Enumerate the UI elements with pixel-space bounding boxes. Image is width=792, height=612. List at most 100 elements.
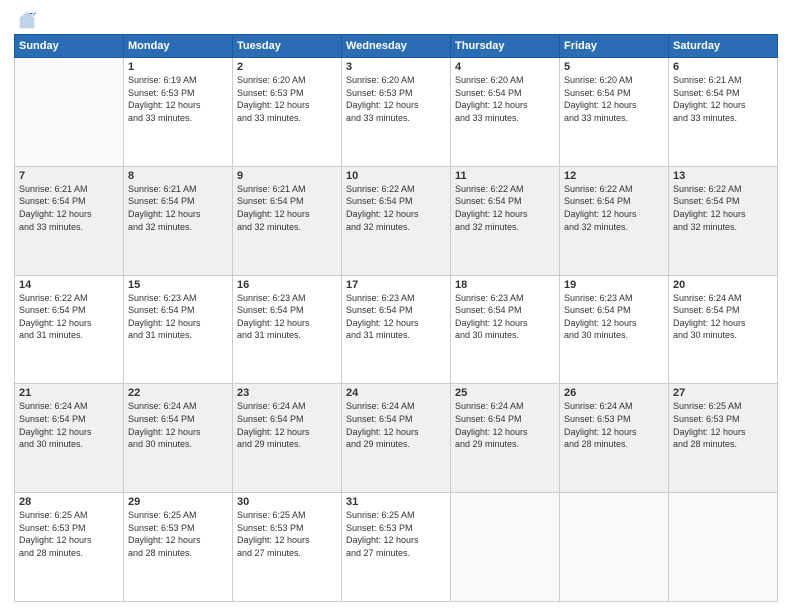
day-info: Sunrise: 6:23 AM Sunset: 6:54 PM Dayligh…	[564, 292, 664, 342]
calendar-week-row: 21Sunrise: 6:24 AM Sunset: 6:54 PM Dayli…	[15, 384, 778, 493]
calendar-day-cell: 24Sunrise: 6:24 AM Sunset: 6:54 PM Dayli…	[342, 384, 451, 493]
day-number: 6	[673, 61, 773, 73]
day-number: 20	[673, 279, 773, 291]
header	[14, 10, 778, 28]
calendar-day-cell: 5Sunrise: 6:20 AM Sunset: 6:54 PM Daylig…	[560, 58, 669, 167]
calendar-header-cell: Tuesday	[233, 35, 342, 58]
day-number: 4	[455, 61, 555, 73]
calendar-week-row: 14Sunrise: 6:22 AM Sunset: 6:54 PM Dayli…	[15, 275, 778, 384]
calendar-day-cell: 19Sunrise: 6:23 AM Sunset: 6:54 PM Dayli…	[560, 275, 669, 384]
calendar-day-cell: 21Sunrise: 6:24 AM Sunset: 6:54 PM Dayli…	[15, 384, 124, 493]
day-info: Sunrise: 6:25 AM Sunset: 6:53 PM Dayligh…	[673, 400, 773, 450]
day-number: 24	[346, 387, 446, 399]
calendar-day-cell: 22Sunrise: 6:24 AM Sunset: 6:54 PM Dayli…	[124, 384, 233, 493]
logo-icon	[16, 10, 38, 32]
day-info: Sunrise: 6:20 AM Sunset: 6:54 PM Dayligh…	[564, 74, 664, 124]
calendar-table: SundayMondayTuesdayWednesdayThursdayFrid…	[14, 34, 778, 602]
calendar-header-cell: Saturday	[669, 35, 778, 58]
calendar-day-cell: 4Sunrise: 6:20 AM Sunset: 6:54 PM Daylig…	[451, 58, 560, 167]
day-info: Sunrise: 6:24 AM Sunset: 6:54 PM Dayligh…	[19, 400, 119, 450]
day-number: 12	[564, 170, 664, 182]
day-info: Sunrise: 6:22 AM Sunset: 6:54 PM Dayligh…	[346, 183, 446, 233]
calendar-header-cell: Friday	[560, 35, 669, 58]
day-info: Sunrise: 6:22 AM Sunset: 6:54 PM Dayligh…	[455, 183, 555, 233]
calendar-week-row: 7Sunrise: 6:21 AM Sunset: 6:54 PM Daylig…	[15, 166, 778, 275]
day-number: 28	[19, 496, 119, 508]
day-info: Sunrise: 6:23 AM Sunset: 6:54 PM Dayligh…	[128, 292, 228, 342]
day-number: 30	[237, 496, 337, 508]
calendar-day-cell	[451, 493, 560, 602]
day-info: Sunrise: 6:25 AM Sunset: 6:53 PM Dayligh…	[346, 509, 446, 559]
calendar-header-cell: Sunday	[15, 35, 124, 58]
day-number: 18	[455, 279, 555, 291]
day-info: Sunrise: 6:25 AM Sunset: 6:53 PM Dayligh…	[128, 509, 228, 559]
calendar-day-cell: 10Sunrise: 6:22 AM Sunset: 6:54 PM Dayli…	[342, 166, 451, 275]
calendar-header-cell: Thursday	[451, 35, 560, 58]
day-info: Sunrise: 6:20 AM Sunset: 6:53 PM Dayligh…	[237, 74, 337, 124]
day-number: 13	[673, 170, 773, 182]
calendar-header-row: SundayMondayTuesdayWednesdayThursdayFrid…	[15, 35, 778, 58]
calendar-day-cell: 6Sunrise: 6:21 AM Sunset: 6:54 PM Daylig…	[669, 58, 778, 167]
day-number: 22	[128, 387, 228, 399]
day-number: 26	[564, 387, 664, 399]
day-info: Sunrise: 6:23 AM Sunset: 6:54 PM Dayligh…	[455, 292, 555, 342]
logo	[14, 10, 38, 28]
day-info: Sunrise: 6:21 AM Sunset: 6:54 PM Dayligh…	[237, 183, 337, 233]
day-info: Sunrise: 6:25 AM Sunset: 6:53 PM Dayligh…	[237, 509, 337, 559]
day-info: Sunrise: 6:22 AM Sunset: 6:54 PM Dayligh…	[673, 183, 773, 233]
day-number: 21	[19, 387, 119, 399]
calendar-day-cell: 13Sunrise: 6:22 AM Sunset: 6:54 PM Dayli…	[669, 166, 778, 275]
day-info: Sunrise: 6:24 AM Sunset: 6:54 PM Dayligh…	[346, 400, 446, 450]
calendar-day-cell: 23Sunrise: 6:24 AM Sunset: 6:54 PM Dayli…	[233, 384, 342, 493]
calendar-day-cell: 31Sunrise: 6:25 AM Sunset: 6:53 PM Dayli…	[342, 493, 451, 602]
calendar-day-cell: 30Sunrise: 6:25 AM Sunset: 6:53 PM Dayli…	[233, 493, 342, 602]
calendar-header-cell: Monday	[124, 35, 233, 58]
calendar-day-cell: 11Sunrise: 6:22 AM Sunset: 6:54 PM Dayli…	[451, 166, 560, 275]
day-number: 8	[128, 170, 228, 182]
calendar-day-cell: 20Sunrise: 6:24 AM Sunset: 6:54 PM Dayli…	[669, 275, 778, 384]
day-number: 3	[346, 61, 446, 73]
calendar-day-cell: 29Sunrise: 6:25 AM Sunset: 6:53 PM Dayli…	[124, 493, 233, 602]
calendar-day-cell	[669, 493, 778, 602]
day-number: 17	[346, 279, 446, 291]
day-info: Sunrise: 6:23 AM Sunset: 6:54 PM Dayligh…	[237, 292, 337, 342]
day-info: Sunrise: 6:22 AM Sunset: 6:54 PM Dayligh…	[19, 292, 119, 342]
calendar-day-cell: 27Sunrise: 6:25 AM Sunset: 6:53 PM Dayli…	[669, 384, 778, 493]
day-info: Sunrise: 6:24 AM Sunset: 6:54 PM Dayligh…	[237, 400, 337, 450]
calendar-week-row: 1Sunrise: 6:19 AM Sunset: 6:53 PM Daylig…	[15, 58, 778, 167]
day-number: 2	[237, 61, 337, 73]
calendar-day-cell: 17Sunrise: 6:23 AM Sunset: 6:54 PM Dayli…	[342, 275, 451, 384]
day-number: 15	[128, 279, 228, 291]
calendar-day-cell	[560, 493, 669, 602]
day-info: Sunrise: 6:20 AM Sunset: 6:54 PM Dayligh…	[455, 74, 555, 124]
calendar-day-cell: 25Sunrise: 6:24 AM Sunset: 6:54 PM Dayli…	[451, 384, 560, 493]
day-info: Sunrise: 6:21 AM Sunset: 6:54 PM Dayligh…	[19, 183, 119, 233]
day-number: 29	[128, 496, 228, 508]
calendar-day-cell: 8Sunrise: 6:21 AM Sunset: 6:54 PM Daylig…	[124, 166, 233, 275]
day-number: 19	[564, 279, 664, 291]
calendar-day-cell	[15, 58, 124, 167]
day-number: 25	[455, 387, 555, 399]
day-info: Sunrise: 6:24 AM Sunset: 6:54 PM Dayligh…	[128, 400, 228, 450]
day-info: Sunrise: 6:20 AM Sunset: 6:53 PM Dayligh…	[346, 74, 446, 124]
day-info: Sunrise: 6:21 AM Sunset: 6:54 PM Dayligh…	[128, 183, 228, 233]
calendar-day-cell: 14Sunrise: 6:22 AM Sunset: 6:54 PM Dayli…	[15, 275, 124, 384]
calendar-day-cell: 1Sunrise: 6:19 AM Sunset: 6:53 PM Daylig…	[124, 58, 233, 167]
day-number: 11	[455, 170, 555, 182]
calendar-day-cell: 18Sunrise: 6:23 AM Sunset: 6:54 PM Dayli…	[451, 275, 560, 384]
day-number: 1	[128, 61, 228, 73]
day-info: Sunrise: 6:24 AM Sunset: 6:54 PM Dayligh…	[455, 400, 555, 450]
day-number: 16	[237, 279, 337, 291]
calendar-day-cell: 3Sunrise: 6:20 AM Sunset: 6:53 PM Daylig…	[342, 58, 451, 167]
day-number: 7	[19, 170, 119, 182]
day-info: Sunrise: 6:24 AM Sunset: 6:54 PM Dayligh…	[673, 292, 773, 342]
calendar-day-cell: 26Sunrise: 6:24 AM Sunset: 6:53 PM Dayli…	[560, 384, 669, 493]
page: SundayMondayTuesdayWednesdayThursdayFrid…	[0, 0, 792, 612]
day-number: 10	[346, 170, 446, 182]
calendar-week-row: 28Sunrise: 6:25 AM Sunset: 6:53 PM Dayli…	[15, 493, 778, 602]
calendar-day-cell: 2Sunrise: 6:20 AM Sunset: 6:53 PM Daylig…	[233, 58, 342, 167]
day-info: Sunrise: 6:21 AM Sunset: 6:54 PM Dayligh…	[673, 74, 773, 124]
calendar-day-cell: 16Sunrise: 6:23 AM Sunset: 6:54 PM Dayli…	[233, 275, 342, 384]
day-info: Sunrise: 6:25 AM Sunset: 6:53 PM Dayligh…	[19, 509, 119, 559]
day-info: Sunrise: 6:23 AM Sunset: 6:54 PM Dayligh…	[346, 292, 446, 342]
